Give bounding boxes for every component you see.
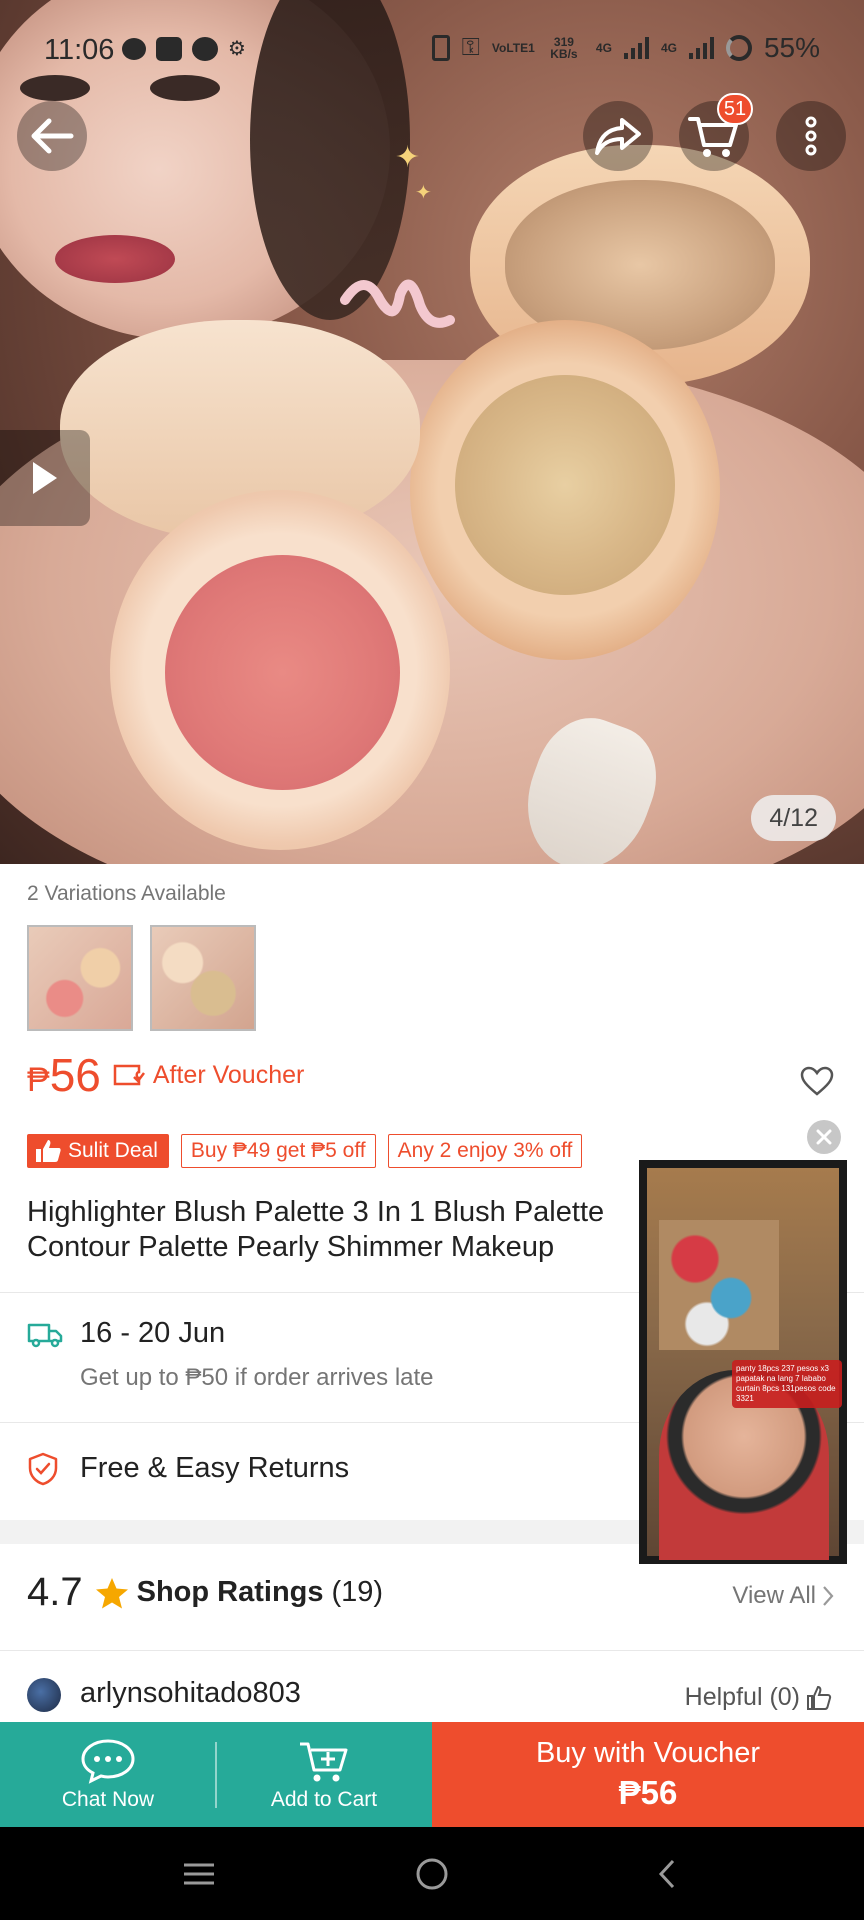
model-lips [55, 235, 175, 283]
share-button[interactable] [583, 101, 653, 171]
image-counter: 4/12 [751, 795, 836, 841]
chat-bubble-icon [122, 37, 146, 60]
live-stream-preview[interactable]: panty 18pcs 237 pesos x3 papatak na lang… [639, 1160, 847, 1564]
network-speed: 319 KB/s [550, 35, 578, 61]
app-icon [192, 36, 218, 61]
rating-count: (19) [331, 1576, 384, 1608]
view-all-label: View All [732, 1582, 816, 1609]
more-vertical-icon [805, 116, 817, 156]
back-chevron-icon [658, 1859, 675, 1889]
product-title: Highlighter Blush Palette 3 In 1 Blush P… [27, 1196, 605, 1263]
sparkle-icon: ✦ [395, 141, 421, 174]
buy-price: ₱56 [618, 1774, 678, 1811]
system-indicators: ⚿ VoLTE1 319 KB/s 4G 4G 55% [431, 32, 820, 64]
price-currency: ₱ [27, 1061, 50, 1099]
close-icon [816, 1129, 832, 1145]
chat-now-button[interactable]: Chat Now [0, 1722, 216, 1827]
status-time: 11:06 [44, 34, 115, 66]
thumbs-up-icon [36, 1140, 61, 1162]
close-live-button[interactable] [807, 1120, 841, 1154]
price-row: ₱56 After Voucher [27, 1048, 304, 1102]
helpful-label: Helpful (0) [684, 1683, 800, 1711]
play-video-button[interactable] [0, 430, 90, 526]
cart-count-badge: 51 [717, 93, 753, 125]
back-button[interactable] [17, 101, 87, 171]
signal-icon-1 [623, 37, 649, 59]
notification-icons: ⚙ [122, 36, 246, 61]
bottom-action-bar: Chat Now Add to Cart Buy with Voucher ₱5… [0, 1722, 864, 1827]
buy-with-voucher-button[interactable]: Buy with Voucher ₱56 [432, 1722, 864, 1827]
play-icon [33, 462, 57, 494]
live-stream-shelf [659, 1220, 779, 1350]
rating-value: 4.7 [27, 1570, 83, 1614]
star-icon [95, 1577, 128, 1608]
more-options-button[interactable] [776, 101, 846, 171]
menu-icon [184, 1863, 214, 1885]
status-bar: 11:06 ⚙ ⚿ VoLTE1 319 KB/s 4G 4G 55% [0, 0, 864, 100]
add-cart-icon [300, 1742, 348, 1781]
home-button[interactable] [407, 1849, 457, 1899]
home-circle-icon [416, 1858, 448, 1890]
shop-ratings-label: Shop Ratings [136, 1576, 324, 1608]
settings-icon: ⚙ [228, 38, 246, 60]
after-voucher-label: After Voucher [113, 1061, 304, 1090]
variation-thumbnail-1[interactable] [27, 925, 133, 1031]
system-back-button[interactable] [642, 1849, 692, 1899]
arrow-left-icon [31, 118, 74, 154]
key-icon: ⚿ [461, 34, 480, 61]
bottom-left-actions: Chat Now Add to Cart [0, 1722, 432, 1827]
battery-level: 55% [763, 32, 820, 63]
bottom-separator [215, 1742, 217, 1808]
voucher-tag-2[interactable]: Any 2 enjoy 3% off [387, 1134, 583, 1168]
voucher-tag-1[interactable]: Buy ₱49 get ₱5 off [180, 1134, 376, 1168]
shop-ratings-row: 4.7 Shop Ratings (19) [27, 1570, 383, 1615]
sparkle-icon: ✦ [415, 182, 432, 204]
blush-pan [165, 555, 400, 790]
system-navigation-bar [0, 1827, 864, 1920]
add-to-cart-button[interactable]: Add to Cart [216, 1722, 432, 1827]
network-type-1: 4G [595, 41, 612, 55]
squiggle-decoration [340, 279, 455, 328]
thumbs-up-icon [807, 1685, 832, 1710]
heart-icon[interactable] [800, 1066, 834, 1096]
shield-check-icon [28, 1452, 58, 1486]
chevron-right-icon [823, 1586, 834, 1606]
voucher-icon [113, 1064, 145, 1086]
shipping-late-note: Get up to ₱50 if order arrives late [80, 1364, 434, 1391]
after-voucher-text: After Voucher [152, 1060, 305, 1089]
view-all-ratings-link[interactable]: View All [732, 1582, 834, 1610]
cart-button[interactable]: 51 [679, 93, 753, 171]
vibrate-icon [431, 35, 450, 61]
sulit-deal-tag[interactable]: Sulit Deal [27, 1134, 169, 1168]
shipping-date[interactable]: 16 - 20 Jun [80, 1317, 225, 1350]
avatar [27, 1678, 61, 1712]
helpful-button[interactable]: Helpful (0) [685, 1683, 832, 1712]
price-value: 56 [49, 1049, 101, 1101]
volte-indicator: VoLTE1 [491, 41, 535, 55]
promo-tags: Sulit Deal Buy ₱49 get ₱5 off Any 2 enjo… [27, 1134, 583, 1168]
sulit-deal-label: Sulit Deal [68, 1139, 158, 1162]
divider [0, 1650, 864, 1651]
sim-icon [156, 36, 182, 61]
signal-icon-2 [688, 37, 714, 59]
buy-label: Buy with Voucher [535, 1737, 761, 1769]
variations-label: 2 Variations Available [27, 882, 226, 905]
add-to-cart-label: Add to Cart [270, 1787, 378, 1811]
truck-icon [27, 1323, 63, 1348]
network-type-2: 4G [660, 41, 677, 55]
chat-now-label: Chat Now [61, 1787, 155, 1811]
variation-thumbnail-2[interactable] [150, 925, 256, 1031]
battery-icon [725, 35, 752, 61]
reviewer-username: arlynsohitado803 [80, 1677, 301, 1709]
chat-icon [81, 1738, 135, 1784]
free-returns-label[interactable]: Free & Easy Returns [80, 1452, 349, 1485]
price: ₱56 [27, 1048, 101, 1102]
recent-apps-button[interactable] [174, 1849, 224, 1899]
live-stream-caption: panty 18pcs 237 pesos x3 papatak na lang… [732, 1360, 842, 1408]
share-icon [595, 118, 641, 155]
shimmer-pan [455, 375, 675, 595]
